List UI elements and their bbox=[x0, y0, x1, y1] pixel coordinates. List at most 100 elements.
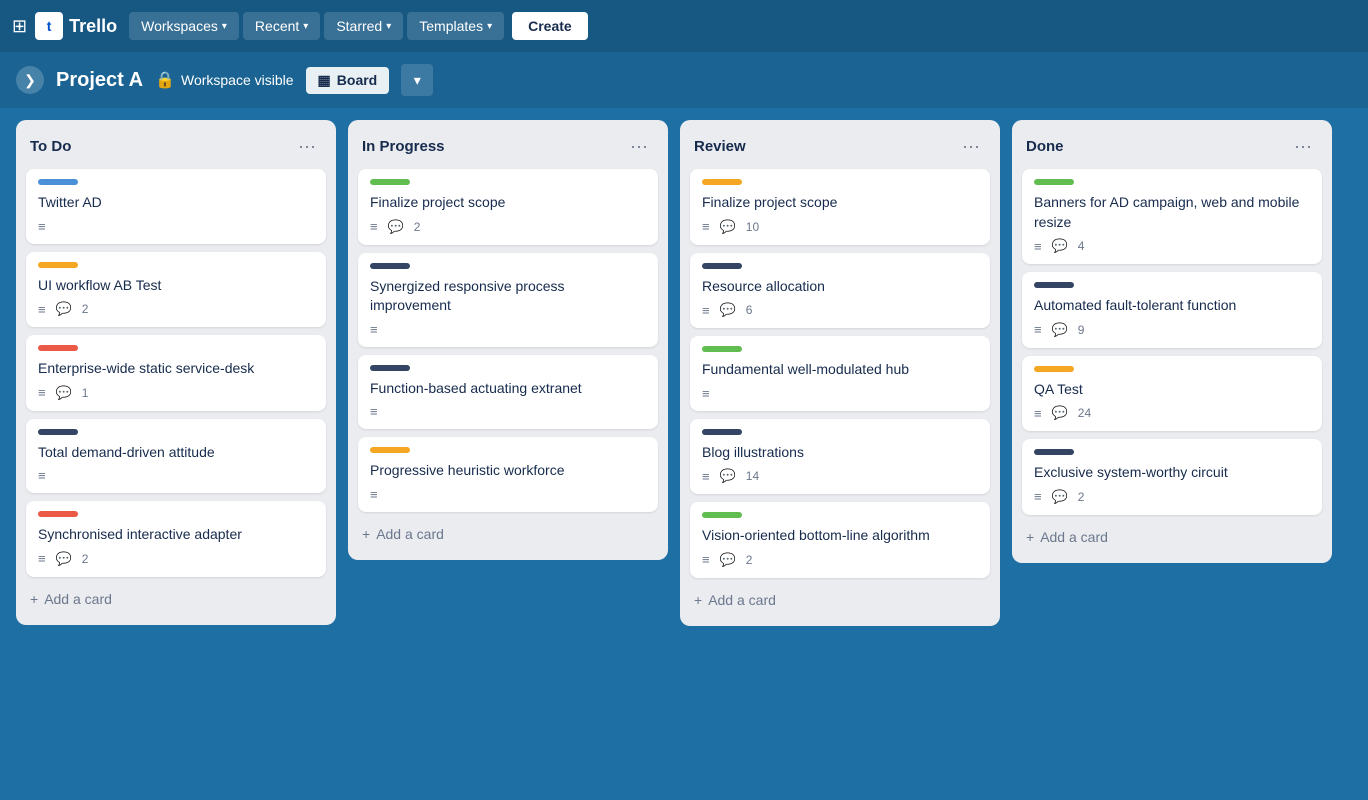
card-title: UI workflow AB Test bbox=[38, 276, 314, 296]
card-meta: ≡ 💬 4 bbox=[1034, 238, 1310, 254]
chevron-down-icon: ▾ bbox=[487, 21, 492, 32]
card-meta: ≡ bbox=[370, 404, 646, 419]
comment-count: 10 bbox=[746, 220, 759, 234]
card[interactable]: Automated fault-tolerant function ≡💬 9 bbox=[1022, 272, 1322, 348]
comment-icon: 💬 bbox=[1052, 322, 1068, 338]
card-meta: ≡💬 1 bbox=[38, 385, 314, 401]
card-meta: ≡💬 2 bbox=[1034, 489, 1310, 505]
column-menu-button[interactable]: ··· bbox=[956, 134, 986, 159]
card[interactable]: Resource allocation ≡💬 6 bbox=[690, 253, 990, 329]
recent-button[interactable]: Recent ▾ bbox=[243, 12, 320, 40]
description-icon: ≡ bbox=[702, 386, 710, 401]
board-icon: ▦ bbox=[318, 72, 331, 89]
card[interactable]: QA Test ≡💬 24 bbox=[1022, 356, 1322, 432]
add-card-button[interactable]: + Add a card bbox=[24, 583, 328, 615]
board: To Do ··· Twitter AD ≡ UI workflow AB Te… bbox=[0, 108, 1368, 800]
card-title: Fundamental well-modulated hub bbox=[702, 360, 978, 380]
description-icon: ≡ bbox=[1034, 406, 1042, 421]
top-nav: ⊞ t Trello Workspaces ▾ Recent ▾ Starred… bbox=[0, 0, 1368, 52]
column-review: Review ··· Finalize project scope ≡💬 10 … bbox=[680, 120, 1000, 626]
card-title: Automated fault-tolerant function bbox=[1034, 296, 1310, 316]
card-tag bbox=[370, 263, 410, 269]
card-tag bbox=[702, 346, 742, 352]
card[interactable]: UI workflow AB Test ≡💬 2 bbox=[26, 252, 326, 328]
card-title: Progressive heuristic workforce bbox=[370, 461, 646, 481]
card[interactable]: Enterprise-wide static service-desk ≡💬 1 bbox=[26, 335, 326, 411]
card-tag bbox=[1034, 282, 1074, 288]
card-tag bbox=[702, 179, 742, 185]
logo-icon: t bbox=[35, 12, 63, 40]
card[interactable]: Exclusive system-worthy circuit ≡💬 2 bbox=[1022, 439, 1322, 515]
description-icon: ≡ bbox=[38, 219, 46, 234]
card-tag bbox=[370, 447, 410, 453]
add-card-button[interactable]: + Add a card bbox=[356, 518, 660, 550]
card[interactable]: Fundamental well-modulated hub ≡ bbox=[690, 336, 990, 411]
card-meta: ≡ bbox=[370, 322, 646, 337]
plus-icon: + bbox=[362, 526, 370, 542]
card-title: QA Test bbox=[1034, 380, 1310, 400]
card-meta: ≡ bbox=[38, 219, 314, 234]
card-title: Synchronised interactive adapter bbox=[38, 525, 314, 545]
comment-count: 2 bbox=[1078, 490, 1085, 504]
card-title: Finalize project scope bbox=[702, 193, 978, 213]
column-menu-button[interactable]: ··· bbox=[624, 134, 654, 159]
trello-logo[interactable]: t Trello bbox=[35, 12, 117, 40]
card-meta: ≡💬 24 bbox=[1034, 405, 1310, 421]
column-title: Done bbox=[1026, 138, 1064, 155]
card-title: Blog illustrations bbox=[702, 443, 978, 463]
card-tag bbox=[1034, 179, 1074, 185]
description-icon: ≡ bbox=[1034, 322, 1042, 337]
card-meta: ≡💬 2 bbox=[370, 219, 646, 235]
project-title: Project A bbox=[56, 69, 143, 92]
cards-list: Twitter AD ≡ UI workflow AB Test ≡💬 2 En… bbox=[24, 167, 328, 579]
comment-icon: 💬 bbox=[56, 385, 72, 401]
card-tag bbox=[370, 179, 410, 185]
comment-icon: 💬 bbox=[1052, 238, 1068, 254]
comment-count: 2 bbox=[82, 552, 89, 566]
card[interactable]: Blog illustrations ≡💬 14 bbox=[690, 419, 990, 495]
expand-button[interactable]: ▾ bbox=[401, 64, 433, 96]
column-in-progress: In Progress ··· Finalize project scope ≡… bbox=[348, 120, 668, 560]
plus-icon: + bbox=[1026, 529, 1034, 545]
card[interactable]: Synchronised interactive adapter ≡💬 2 bbox=[26, 501, 326, 577]
column-title: To Do bbox=[30, 138, 71, 155]
card[interactable]: Twitter AD ≡ bbox=[26, 169, 326, 244]
cards-list: Banners for AD campaign, web and mobile … bbox=[1020, 167, 1324, 517]
card[interactable]: Finalize project scope ≡💬 2 bbox=[358, 169, 658, 245]
create-button[interactable]: Create bbox=[512, 12, 588, 40]
card[interactable]: Total demand-driven attitude ≡ bbox=[26, 419, 326, 494]
column-menu-button[interactable]: ··· bbox=[292, 134, 322, 159]
card-tag bbox=[1034, 366, 1074, 372]
workspaces-button[interactable]: Workspaces ▾ bbox=[129, 12, 239, 40]
comment-icon: 💬 bbox=[720, 302, 736, 318]
card-tag bbox=[1034, 449, 1074, 455]
grid-icon[interactable]: ⊞ bbox=[12, 16, 27, 37]
card-title: Resource allocation bbox=[702, 277, 978, 297]
card-title: Total demand-driven attitude bbox=[38, 443, 314, 463]
workspace-visible-label: 🔒 Workspace visible bbox=[155, 70, 293, 90]
comment-icon: 💬 bbox=[388, 219, 404, 235]
card[interactable]: Function-based actuating extranet ≡ bbox=[358, 355, 658, 430]
templates-button[interactable]: Templates ▾ bbox=[407, 12, 504, 40]
add-card-button[interactable]: + Add a card bbox=[688, 584, 992, 616]
card[interactable]: Synergized responsive process improvemen… bbox=[358, 253, 658, 347]
card-tag bbox=[38, 429, 78, 435]
card[interactable]: Banners for AD campaign, web and mobile … bbox=[1022, 169, 1322, 264]
add-card-button[interactable]: + Add a card bbox=[1020, 521, 1324, 553]
subheader: ❯ Project A 🔒 Workspace visible ▦ Board … bbox=[0, 52, 1368, 108]
starred-button[interactable]: Starred ▾ bbox=[324, 12, 403, 40]
card[interactable]: Vision-oriented bottom-line algorithm ≡💬… bbox=[690, 502, 990, 578]
card[interactable]: Finalize project scope ≡💬 10 bbox=[690, 169, 990, 245]
column-title: In Progress bbox=[362, 138, 445, 155]
card[interactable]: Progressive heuristic workforce ≡ bbox=[358, 437, 658, 512]
comment-count: 4 bbox=[1078, 239, 1085, 253]
column-menu-button[interactable]: ··· bbox=[1288, 134, 1318, 159]
card-meta: ≡💬 2 bbox=[702, 552, 978, 568]
card-tag bbox=[38, 511, 78, 517]
card-meta: ≡💬 10 bbox=[702, 219, 978, 235]
description-icon: ≡ bbox=[1034, 239, 1042, 254]
card-tag bbox=[38, 179, 78, 185]
sidebar-toggle-button[interactable]: ❯ bbox=[16, 66, 44, 94]
description-icon: ≡ bbox=[38, 302, 46, 317]
board-view-button[interactable]: ▦ Board bbox=[306, 67, 390, 94]
